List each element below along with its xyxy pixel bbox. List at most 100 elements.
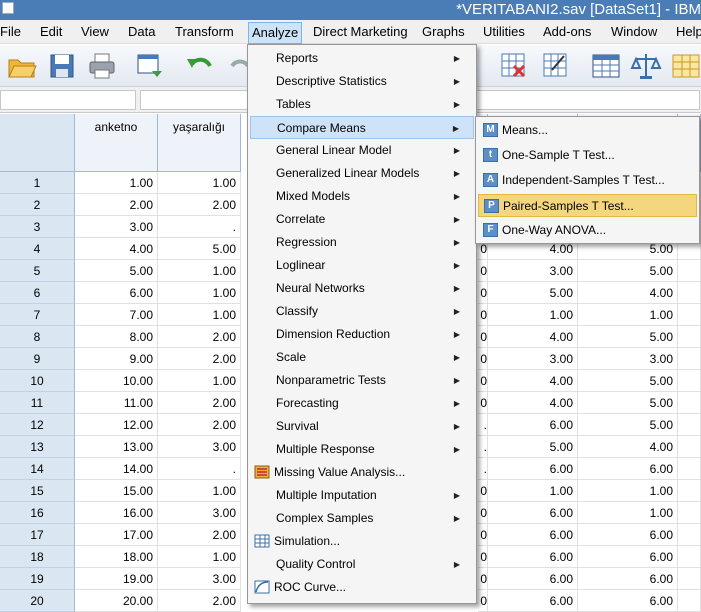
cell-col-b[interactable]: 6.00 [578,524,678,546]
cell-col-c[interactable] [678,370,701,392]
cell-anketno[interactable]: 17.00 [75,524,158,546]
cell-anketno[interactable]: 4.00 [75,238,158,260]
menu-item-nonparametric-tests[interactable]: Nonparametric Tests ▶ [250,369,474,392]
cell-partial[interactable]: 0 [478,304,488,326]
menu-item-mixed-models[interactable]: Mixed Models ▶ [250,185,474,208]
value-labels-icon[interactable] [590,50,622,82]
cell-yasaraligi[interactable]: 2.00 [158,348,241,370]
menu-item-generalized-linear-models[interactable]: Generalized Linear Models ▶ [250,162,474,185]
cell-col-c[interactable] [678,502,701,524]
menu-item-neural-networks[interactable]: Neural Networks ▶ [250,277,474,300]
cell-yasaraligi[interactable]: . [158,216,241,238]
row-header[interactable]: 18 [0,546,75,568]
cell-yasaraligi[interactable]: 1.00 [158,370,241,392]
cell-col-c[interactable] [678,348,701,370]
menu-item-complex-samples[interactable]: Complex Samples ▶ [250,507,474,530]
cell-anketno[interactable]: 18.00 [75,546,158,568]
insert-cases-icon[interactable] [498,50,530,82]
menu-item-compare-means[interactable]: Compare Means ▶ [250,116,474,139]
cell-col-a[interactable]: 6.00 [488,414,578,436]
row-header[interactable]: 7 [0,304,75,326]
cell-anketno[interactable]: 16.00 [75,502,158,524]
menu-item-multiple-imputation[interactable]: Multiple Imputation ▶ [250,484,474,507]
menu-item-survival[interactable]: Survival ▶ [250,415,474,438]
cell-anketno[interactable]: 5.00 [75,260,158,282]
submenu-item-independent-samples-t-test[interactable]: A Independent-Samples T Test... [478,169,697,192]
cell-anketno[interactable]: 19.00 [75,568,158,590]
cell-anketno[interactable]: 14.00 [75,458,158,480]
menu-item-multiple-response[interactable]: Multiple Response ▶ [250,438,474,461]
cell-name-box[interactable] [0,90,136,110]
cell-partial[interactable]: 0 [478,546,488,568]
cell-col-c[interactable] [678,568,701,590]
submenu-item-means[interactable]: M Means... [478,119,697,142]
cell-col-b[interactable]: 5.00 [578,370,678,392]
cell-anketno[interactable]: 12.00 [75,414,158,436]
cell-col-b[interactable]: 6.00 [578,568,678,590]
undo-icon[interactable] [184,50,216,82]
row-header[interactable]: 15 [0,480,75,502]
cell-partial[interactable]: . [478,436,488,458]
row-header[interactable]: 19 [0,568,75,590]
row-header[interactable]: 4 [0,238,75,260]
submenu-item-one-way-anova[interactable]: F One-Way ANOVA... [478,219,697,242]
cell-yasaraligi[interactable]: 1.00 [158,260,241,282]
cell-col-b[interactable]: 4.00 [578,282,678,304]
cell-col-a[interactable]: 4.00 [488,392,578,414]
menu-item-classify[interactable]: Classify ▶ [250,300,474,323]
menu-file[interactable]: File [0,24,21,42]
menu-item-tables[interactable]: Tables ▶ [250,93,474,116]
menu-item-general-linear-model[interactable]: General Linear Model ▶ [250,139,474,162]
row-header[interactable]: 11 [0,392,75,414]
menu-analyze[interactable]: Analyze [248,22,303,44]
cell-yasaraligi[interactable]: 1.00 [158,172,241,194]
cell-partial[interactable]: 0 [478,326,488,348]
print-icon[interactable] [86,50,118,82]
cell-partial[interactable]: 0 [478,260,488,282]
cell-col-c[interactable] [678,524,701,546]
cell-partial[interactable]: . [478,414,488,436]
cell-col-c[interactable] [678,392,701,414]
cell-col-b[interactable]: 5.00 [578,392,678,414]
submenu-item-paired-samples-t-test[interactable]: P Paired-Samples T Test... [478,194,697,217]
menu-item-simulation[interactable]: Simulation... [250,530,474,553]
menu-edit[interactable]: Edit [40,24,62,42]
menu-window[interactable]: Window [611,24,657,42]
cell-anketno[interactable]: 13.00 [75,436,158,458]
column-header-anketno[interactable]: anketno [75,114,158,172]
cell-col-c[interactable] [678,260,701,282]
weight-cases-icon[interactable] [630,50,662,82]
cell-col-c[interactable] [678,282,701,304]
cell-col-b[interactable]: 1.00 [578,502,678,524]
cell-yasaraligi[interactable]: 3.00 [158,436,241,458]
row-header[interactable]: 12 [0,414,75,436]
menu-data[interactable]: Data [128,24,155,42]
cell-anketno[interactable]: 1.00 [75,172,158,194]
cell-col-b[interactable]: 1.00 [578,480,678,502]
cell-yasaraligi[interactable]: 2.00 [158,326,241,348]
cell-partial[interactable]: 0 [478,480,488,502]
menu-item-missing-value-analysis[interactable]: Missing Value Analysis... [250,461,474,484]
row-header[interactable]: 17 [0,524,75,546]
cell-anketno[interactable]: 10.00 [75,370,158,392]
cell-col-b[interactable]: 5.00 [578,414,678,436]
cell-yasaraligi[interactable]: . [158,458,241,480]
cell-yasaraligi[interactable]: 2.00 [158,194,241,216]
cell-col-b[interactable]: 5.00 [578,326,678,348]
menu-direct-marketing[interactable]: Direct Marketing [313,24,408,42]
cell-col-c[interactable] [678,436,701,458]
cell-col-a[interactable]: 5.00 [488,282,578,304]
row-header[interactable]: 10 [0,370,75,392]
cell-anketno[interactable]: 8.00 [75,326,158,348]
row-header[interactable]: 6 [0,282,75,304]
cell-anketno[interactable]: 15.00 [75,480,158,502]
cell-col-a[interactable]: 1.00 [488,480,578,502]
cell-col-b[interactable]: 3.00 [578,348,678,370]
menu-item-regression[interactable]: Regression ▶ [250,231,474,254]
cell-yasaraligi[interactable]: 1.00 [158,282,241,304]
menu-utilities[interactable]: Utilities [483,24,525,42]
menu-item-quality-control[interactable]: Quality Control ▶ [250,553,474,576]
menu-add-ons[interactable]: Add-ons [543,24,591,42]
cell-col-a[interactable]: 4.00 [488,326,578,348]
cell-col-b[interactable]: 6.00 [578,458,678,480]
